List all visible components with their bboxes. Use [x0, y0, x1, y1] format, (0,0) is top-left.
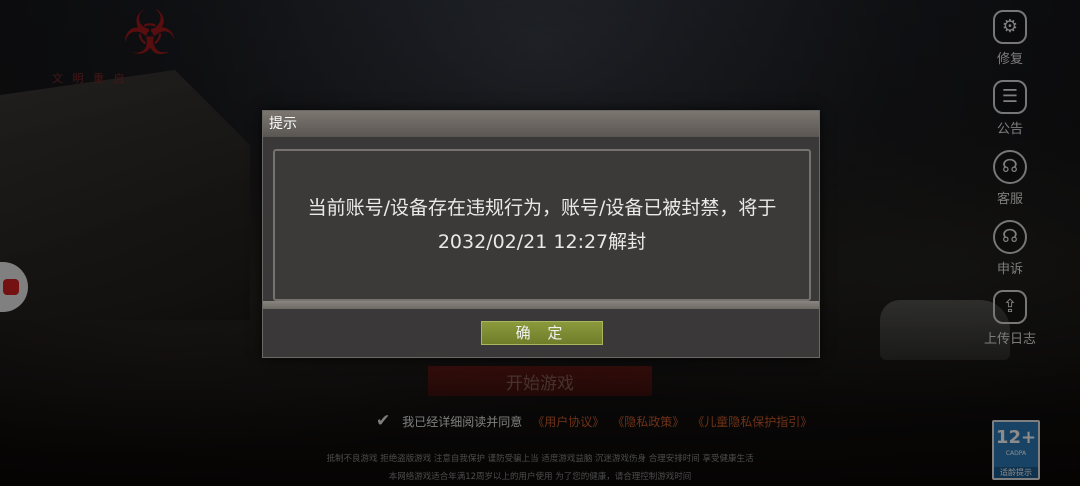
dialog-title: 提示 — [263, 111, 819, 137]
dialog-divider — [263, 301, 819, 309]
ban-notice-dialog: 提示 当前账号/设备存在违规行为，账号/设备已被封禁，将于2032/02/21 … — [262, 110, 820, 358]
confirm-button[interactable]: 确 定 — [481, 321, 603, 345]
dialog-message: 当前账号/设备存在违规行为，账号/设备已被封禁，将于2032/02/21 12:… — [307, 197, 777, 253]
dialog-message-panel: 当前账号/设备存在违规行为，账号/设备已被封禁，将于2032/02/21 12:… — [273, 149, 811, 301]
